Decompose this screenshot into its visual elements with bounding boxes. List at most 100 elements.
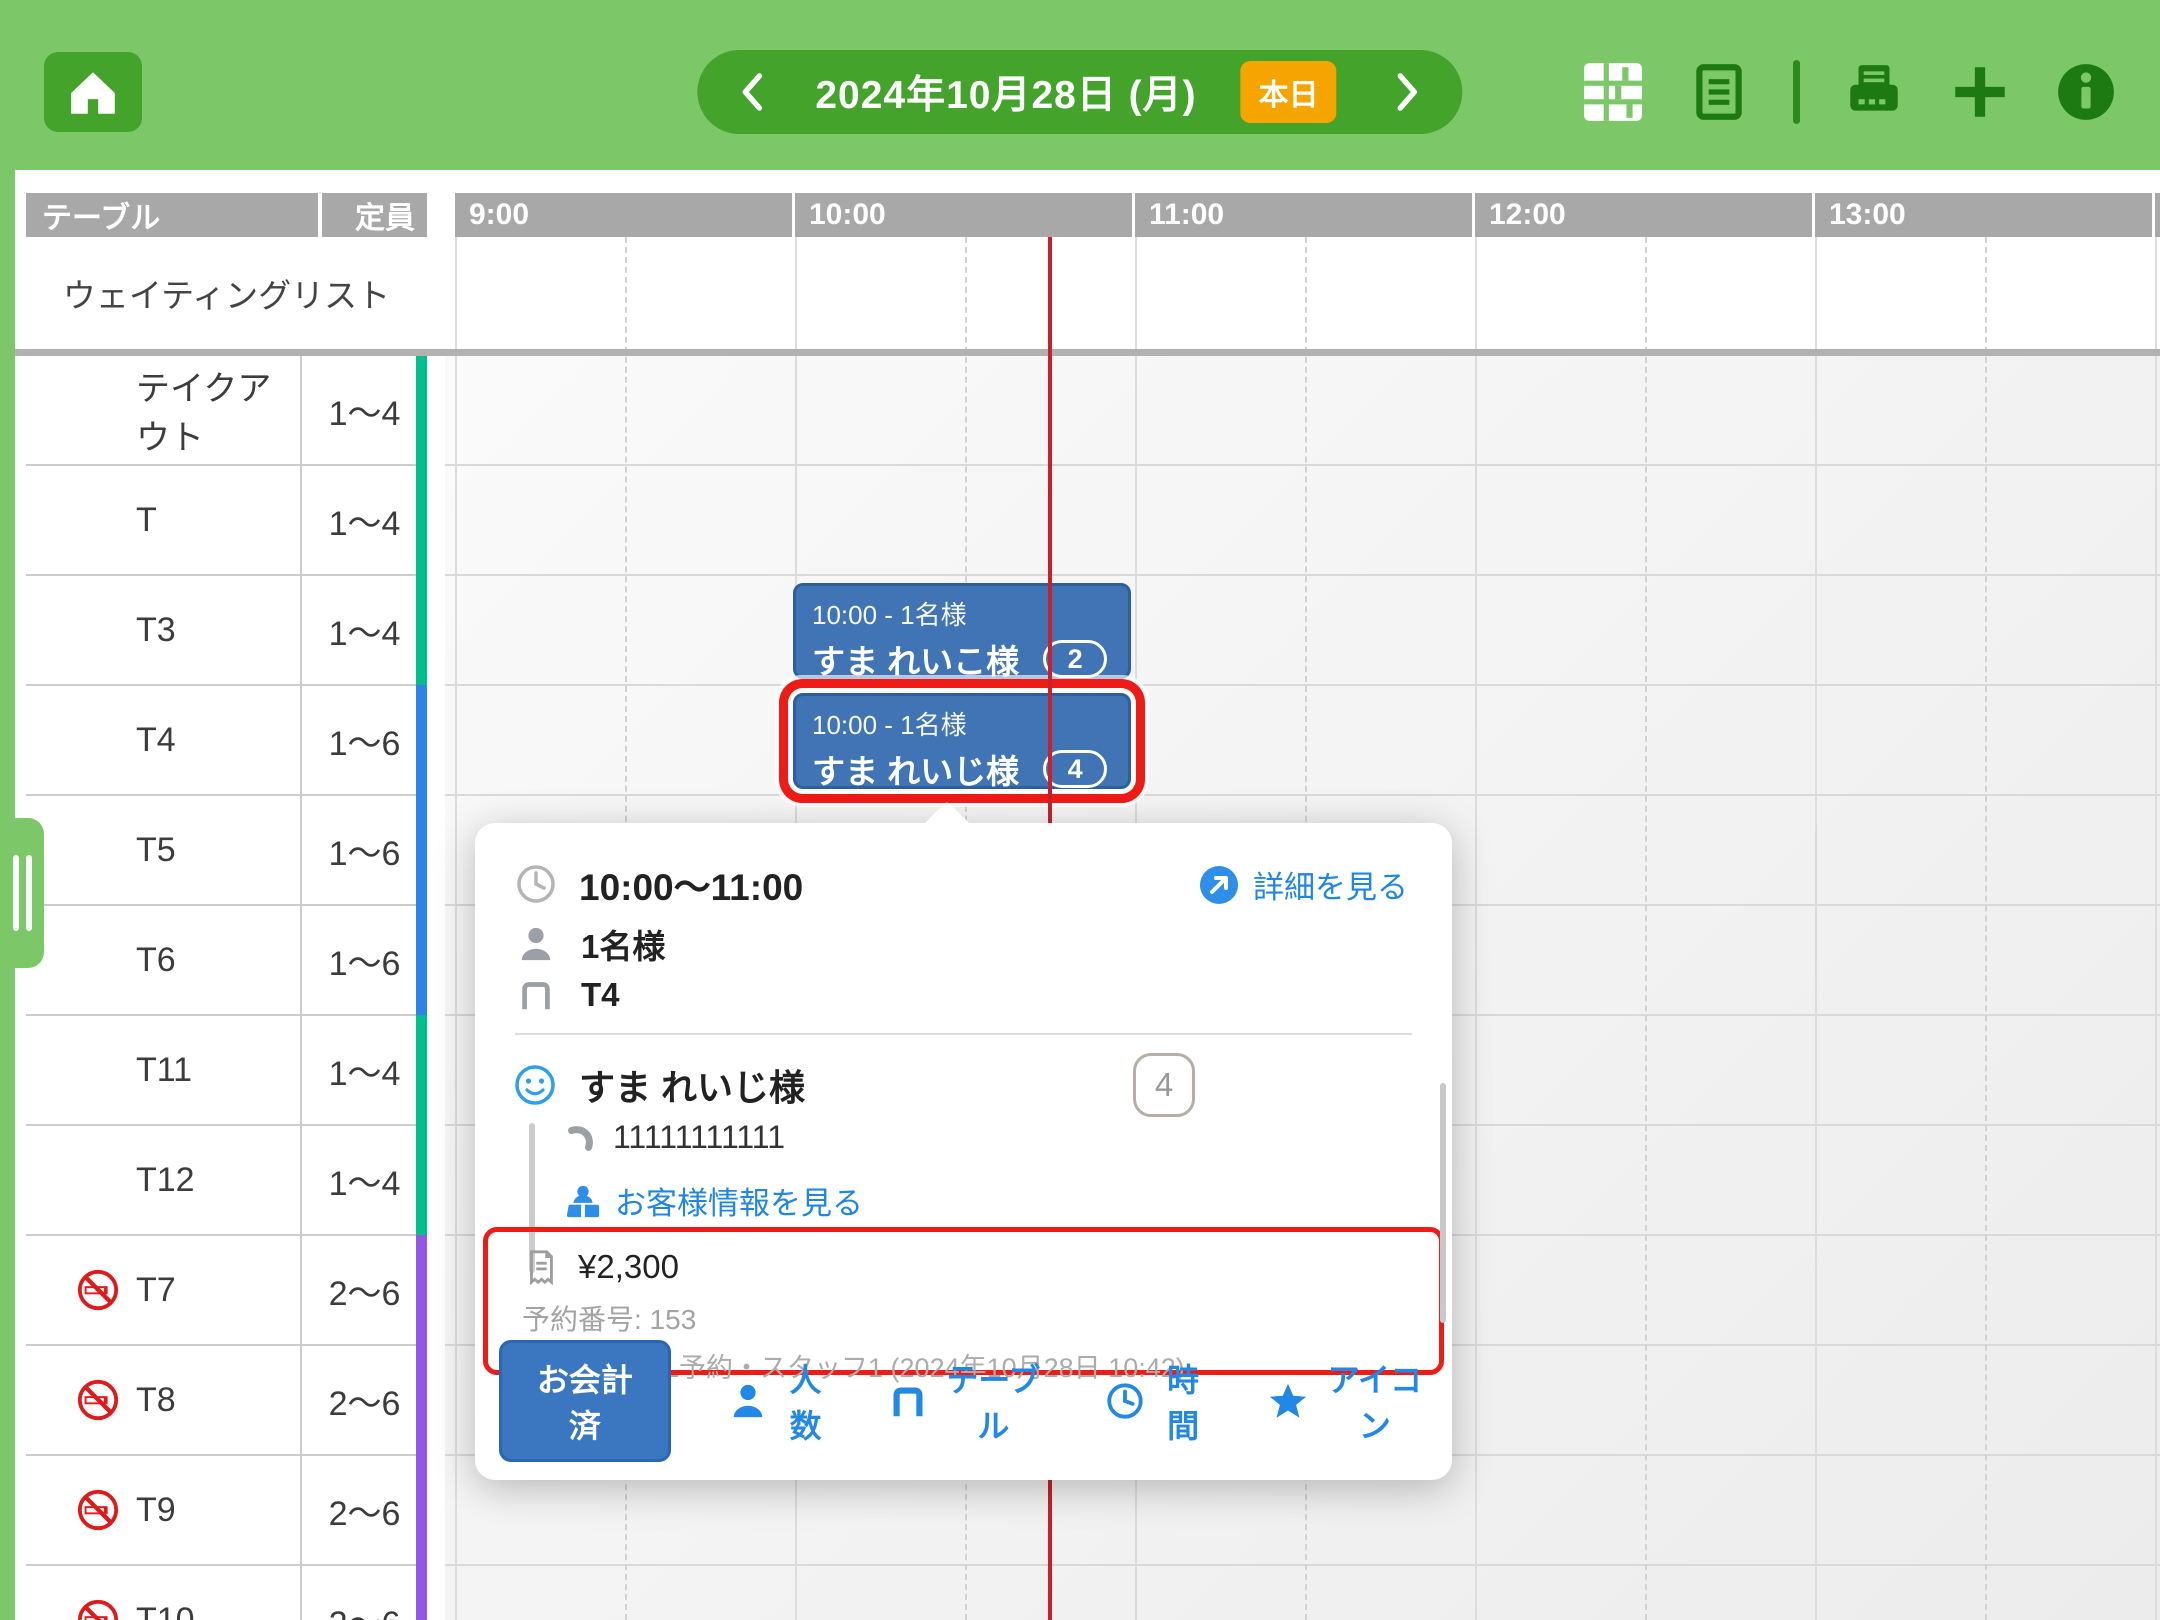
table-name-cell: T12 — [26, 1126, 302, 1234]
amount-row: ¥2,300 — [522, 1248, 1439, 1286]
reservation-time-label: 10:00 - 1名様 — [812, 595, 1112, 632]
table-capacity-cell: 2〜6 — [302, 1346, 427, 1454]
table-row[interactable]: T12 1〜4 — [26, 1126, 427, 1236]
table-row[interactable]: T7 2〜6 — [26, 1236, 427, 1346]
edit-time-button[interactable]: 時間 — [1105, 1355, 1209, 1447]
reservation-time-label: 10:00 - 1名様 — [812, 705, 1112, 742]
guest-count-badge: 4 — [1133, 1053, 1195, 1117]
reservation-count-badge: 4 — [1043, 750, 1107, 788]
column-header-capacity: 定員 — [322, 193, 427, 237]
hour-label: 9:00 — [469, 198, 529, 232]
home-button[interactable] — [44, 52, 142, 132]
hour-header-cell: 11:00 — [1135, 193, 1472, 237]
table-name: T5 — [136, 831, 176, 870]
waiting-list-row[interactable]: ウェイティングリスト — [26, 237, 427, 349]
popup-action-bar: お会計済 人数 テーブル — [499, 1340, 1428, 1462]
table-name: T11 — [136, 1051, 192, 1090]
table-name-cell: T7 — [26, 1236, 302, 1344]
clock-icon — [515, 863, 557, 905]
plus-icon — [1948, 60, 2012, 124]
table-name: T6 — [136, 941, 176, 980]
popup-guest-row: すま れいじ様 — [513, 1059, 805, 1111]
edit-party-button[interactable]: 人数 — [729, 1355, 831, 1447]
table-group-strip — [416, 1565, 427, 1620]
table-capacity: 1〜6 — [329, 936, 401, 985]
chevron-right-icon — [1395, 69, 1421, 115]
smiley-icon — [513, 1063, 557, 1107]
no-smoking-icon — [76, 1378, 120, 1422]
layout-grid-icon — [1581, 60, 1645, 124]
clock-icon — [1105, 1381, 1145, 1421]
paid-status-button[interactable]: お会計済 — [499, 1340, 671, 1462]
edit-table-button[interactable]: テーブル — [889, 1355, 1046, 1447]
payment-amount: ¥2,300 — [578, 1248, 679, 1286]
list-icon — [1687, 60, 1751, 124]
table-name-cell: T8 — [26, 1346, 302, 1454]
popup-party-row: 1名様 — [517, 920, 665, 968]
popup-time-row: 10:00〜11:00 — [515, 857, 803, 911]
table-capacity: 2〜6 — [329, 1596, 401, 1620]
timeline-view-button[interactable] — [1581, 60, 1645, 124]
popup-divider — [515, 1033, 1412, 1035]
next-day-button[interactable] — [1389, 69, 1427, 115]
table-capacity-cell: 1〜4 — [302, 1126, 427, 1234]
table-group-strip — [416, 795, 427, 906]
customer-info-link[interactable]: お客様情報を見る — [565, 1178, 863, 1223]
reservation-guest-name: すま れいじ様 — [812, 745, 1019, 793]
table-group-strip — [416, 905, 427, 1016]
table-group-strip — [416, 1235, 427, 1346]
table-row[interactable]: T4 1〜6 — [26, 686, 427, 796]
table-row[interactable]: T5 1〜6 — [26, 796, 427, 906]
table-group-strip — [416, 685, 427, 796]
phone-row: 11111111111 — [565, 1119, 863, 1156]
table-row[interactable]: T 1〜4 — [26, 466, 427, 576]
table-capacity-cell: 1〜4 — [302, 466, 427, 574]
list-view-button[interactable] — [1687, 60, 1751, 124]
toolbar-divider — [1793, 60, 1800, 124]
sidebar-drawer-handle[interactable] — [0, 818, 44, 968]
popup-scrollbar[interactable] — [1440, 1083, 1446, 1323]
hour-label: 11:00 — [1149, 198, 1224, 232]
info-button[interactable] — [2054, 60, 2118, 124]
table-name: T — [136, 501, 157, 540]
current-date-label: 2024年10月28日 (月) — [815, 64, 1196, 120]
hour-label: 12:00 — [1489, 198, 1566, 232]
hour-label: 13:00 — [1829, 198, 1906, 232]
table-row[interactable]: T11 1〜4 — [26, 1016, 427, 1126]
reservation-block[interactable]: 10:00 - 1名様 すま れいこ様 2 — [793, 583, 1131, 679]
table-name: T10 — [136, 1601, 195, 1620]
table-capacity: 2〜6 — [329, 1376, 401, 1425]
header-toolbar — [1581, 50, 2118, 134]
hour-header-cell: 10:00 — [795, 193, 1132, 237]
table-row[interactable]: T8 2〜6 — [26, 1346, 427, 1456]
table-capacity: 1〜6 — [329, 716, 401, 765]
table-capacity: 1〜4 — [329, 386, 401, 435]
table-name-cell: T5 — [26, 796, 302, 904]
popup-table-row: T4 — [517, 976, 620, 1014]
table-row[interactable]: T3 1〜4 — [26, 576, 427, 686]
table-capacity: 2〜6 — [329, 1486, 401, 1535]
view-details-link[interactable]: 詳細を見る — [1193, 861, 1414, 908]
table-name-cell: テイクアウト — [26, 356, 302, 464]
table-row[interactable]: T10 2〜6 — [26, 1566, 427, 1620]
table-capacity-cell: 1〜6 — [302, 686, 427, 794]
table-group-strip — [416, 1345, 427, 1456]
printer-icon — [1842, 60, 1906, 124]
print-button[interactable] — [1842, 60, 1906, 124]
table-row[interactable]: T9 2〜6 — [26, 1456, 427, 1566]
reservation-number: 予約番号: 153 — [522, 1298, 1439, 1338]
table-capacity-cell: 1〜4 — [302, 1016, 427, 1124]
add-reservation-button[interactable] — [1948, 60, 2012, 124]
table-row[interactable]: テイクアウト 1〜4 — [26, 356, 427, 466]
edit-icon-button[interactable]: アイコン — [1267, 1355, 1428, 1447]
table-name: テイクアウト — [136, 361, 300, 459]
reservation-block[interactable]: 10:00 - 1名様 すま れいじ様 4 — [793, 693, 1131, 789]
table-name: T3 — [136, 611, 176, 650]
table-row[interactable]: T6 1〜6 — [26, 906, 427, 1016]
table-group-strip — [416, 1455, 427, 1566]
table-name-cell: T — [26, 466, 302, 574]
table-capacity-cell: 1〜6 — [302, 796, 427, 904]
popup-table-name: T4 — [581, 976, 620, 1014]
prev-day-button[interactable] — [733, 69, 771, 115]
reservation-guest-name: すま れいこ様 — [812, 635, 1019, 683]
